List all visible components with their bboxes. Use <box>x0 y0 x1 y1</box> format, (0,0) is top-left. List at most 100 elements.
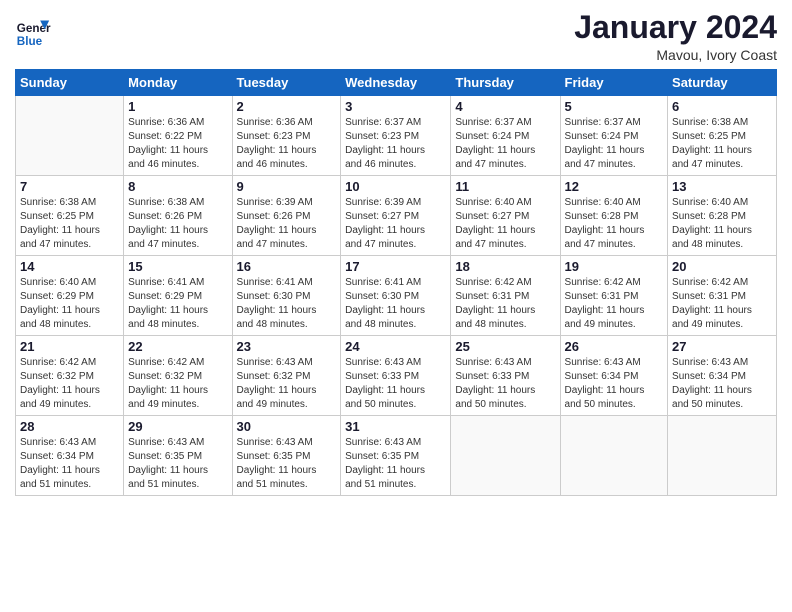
day-info: Sunrise: 6:37 AMSunset: 6:24 PMDaylight:… <box>565 116 664 172</box>
day-number: 25 <box>455 339 555 354</box>
calendar-week-5: 28 Sunrise: 6:43 AMSunset: 6:34 PMDayligh… <box>16 416 777 496</box>
calendar-cell: 11 Sunrise: 6:40 AMSunset: 6:27 PMDayligh… <box>451 176 560 256</box>
calendar-cell: 5 Sunrise: 6:37 AMSunset: 6:24 PMDaylight… <box>560 96 668 176</box>
header: General Blue January 2024 Mavou, Ivory C… <box>15 10 777 63</box>
day-number: 13 <box>672 179 772 194</box>
calendar-table: Sunday Monday Tuesday Wednesday Thursday… <box>15 69 777 496</box>
day-info: Sunrise: 6:41 AMSunset: 6:29 PMDaylight:… <box>128 276 227 332</box>
day-info: Sunrise: 6:42 AMSunset: 6:31 PMDaylight:… <box>672 276 772 332</box>
calendar-cell: 10 Sunrise: 6:39 AMSunset: 6:27 PMDayligh… <box>341 176 451 256</box>
calendar-cell: 23 Sunrise: 6:43 AMSunset: 6:32 PMDayligh… <box>232 336 341 416</box>
day-info: Sunrise: 6:40 AMSunset: 6:28 PMDaylight:… <box>565 196 664 252</box>
calendar-cell: 15 Sunrise: 6:41 AMSunset: 6:29 PMDayligh… <box>124 256 232 336</box>
day-info: Sunrise: 6:43 AMSunset: 6:35 PMDaylight:… <box>128 436 227 492</box>
calendar-cell: 12 Sunrise: 6:40 AMSunset: 6:28 PMDayligh… <box>560 176 668 256</box>
day-info: Sunrise: 6:37 AMSunset: 6:23 PMDaylight:… <box>345 116 446 172</box>
col-thursday: Thursday <box>451 70 560 96</box>
day-info: Sunrise: 6:43 AMSunset: 6:33 PMDaylight:… <box>455 356 555 412</box>
logo-icon: General Blue <box>15 16 51 52</box>
page: General Blue January 2024 Mavou, Ivory C… <box>0 0 792 612</box>
day-number: 8 <box>128 179 227 194</box>
day-info: Sunrise: 6:40 AMSunset: 6:28 PMDaylight:… <box>672 196 772 252</box>
day-info: Sunrise: 6:36 AMSunset: 6:22 PMDaylight:… <box>128 116 227 172</box>
day-number: 10 <box>345 179 446 194</box>
calendar-week-1: 1 Sunrise: 6:36 AMSunset: 6:22 PMDaylight… <box>16 96 777 176</box>
day-number: 2 <box>237 99 337 114</box>
day-number: 15 <box>128 259 227 274</box>
day-number: 23 <box>237 339 337 354</box>
calendar-cell <box>16 96 124 176</box>
calendar-cell: 7 Sunrise: 6:38 AMSunset: 6:25 PMDaylight… <box>16 176 124 256</box>
day-number: 24 <box>345 339 446 354</box>
col-monday: Monday <box>124 70 232 96</box>
day-number: 1 <box>128 99 227 114</box>
day-number: 5 <box>565 99 664 114</box>
calendar-cell: 14Sunrise: 6:40 AMSunset: 6:29 PMDayligh… <box>16 256 124 336</box>
calendar-cell: 28 Sunrise: 6:43 AMSunset: 6:34 PMDayligh… <box>16 416 124 496</box>
col-saturday: Saturday <box>668 70 777 96</box>
day-number: 6 <box>672 99 772 114</box>
day-info: Sunrise: 6:42 AMSunset: 6:32 PMDaylight:… <box>128 356 227 412</box>
day-number: 19 <box>565 259 664 274</box>
day-number: 11 <box>455 179 555 194</box>
day-number: 3 <box>345 99 446 114</box>
day-number: 22 <box>128 339 227 354</box>
calendar-cell: 6 Sunrise: 6:38 AMSunset: 6:25 PMDaylight… <box>668 96 777 176</box>
day-number: 7 <box>20 179 119 194</box>
day-number: 30 <box>237 419 337 434</box>
day-info: Sunrise: 6:38 AMSunset: 6:25 PMDaylight:… <box>20 196 119 252</box>
day-info: Sunrise: 6:42 AMSunset: 6:31 PMDaylight:… <box>565 276 664 332</box>
col-wednesday: Wednesday <box>341 70 451 96</box>
day-info: Sunrise: 6:43 AMSunset: 6:35 PMDaylight:… <box>345 436 446 492</box>
calendar-cell: 2 Sunrise: 6:36 AMSunset: 6:23 PMDaylight… <box>232 96 341 176</box>
calendar-cell: 26 Sunrise: 6:43 AMSunset: 6:34 PMDayligh… <box>560 336 668 416</box>
calendar-cell: 3 Sunrise: 6:37 AMSunset: 6:23 PMDaylight… <box>341 96 451 176</box>
day-info: Sunrise: 6:38 AMSunset: 6:26 PMDaylight:… <box>128 196 227 252</box>
calendar-cell: 19 Sunrise: 6:42 AMSunset: 6:31 PMDayligh… <box>560 256 668 336</box>
day-info: Sunrise: 6:43 AMSunset: 6:35 PMDaylight:… <box>237 436 337 492</box>
calendar-cell: 17 Sunrise: 6:41 AMSunset: 6:30 PMDayligh… <box>341 256 451 336</box>
calendar-week-4: 21 Sunrise: 6:42 AMSunset: 6:32 PMDayligh… <box>16 336 777 416</box>
col-friday: Friday <box>560 70 668 96</box>
calendar-cell: 29 Sunrise: 6:43 AMSunset: 6:35 PMDayligh… <box>124 416 232 496</box>
calendar-cell <box>560 416 668 496</box>
day-info: Sunrise: 6:41 AMSunset: 6:30 PMDaylight:… <box>345 276 446 332</box>
calendar-week-3: 14Sunrise: 6:40 AMSunset: 6:29 PMDayligh… <box>16 256 777 336</box>
logo: General Blue <box>15 16 51 52</box>
day-number: 17 <box>345 259 446 274</box>
day-number: 9 <box>237 179 337 194</box>
day-info: Sunrise: 6:38 AMSunset: 6:25 PMDaylight:… <box>672 116 772 172</box>
col-sunday: Sunday <box>16 70 124 96</box>
title-section: January 2024 Mavou, Ivory Coast <box>574 10 777 63</box>
day-info: Sunrise: 6:42 AMSunset: 6:32 PMDaylight:… <box>20 356 119 412</box>
svg-text:Blue: Blue <box>17 35 43 48</box>
day-info: Sunrise: 6:43 AMSunset: 6:33 PMDaylight:… <box>345 356 446 412</box>
calendar-cell: 18Sunrise: 6:42 AMSunset: 6:31 PMDayligh… <box>451 256 560 336</box>
day-info: Sunrise: 6:40 AMSunset: 6:27 PMDaylight:… <box>455 196 555 252</box>
calendar-cell: 27Sunrise: 6:43 AMSunset: 6:34 PMDayligh… <box>668 336 777 416</box>
day-info: Sunrise: 6:36 AMSunset: 6:23 PMDaylight:… <box>237 116 337 172</box>
day-info: Sunrise: 6:39 AMSunset: 6:27 PMDaylight:… <box>345 196 446 252</box>
calendar-cell <box>668 416 777 496</box>
calendar-cell: 8 Sunrise: 6:38 AMSunset: 6:26 PMDaylight… <box>124 176 232 256</box>
day-info: Sunrise: 6:41 AMSunset: 6:30 PMDaylight:… <box>237 276 337 332</box>
day-info: Sunrise: 6:43 AMSunset: 6:34 PMDaylight:… <box>565 356 664 412</box>
day-number: 29 <box>128 419 227 434</box>
day-number: 21 <box>20 339 119 354</box>
calendar-header-row: Sunday Monday Tuesday Wednesday Thursday… <box>16 70 777 96</box>
day-number: 28 <box>20 419 119 434</box>
col-tuesday: Tuesday <box>232 70 341 96</box>
calendar-cell <box>451 416 560 496</box>
day-info: Sunrise: 6:43 AMSunset: 6:32 PMDaylight:… <box>237 356 337 412</box>
day-number: 12 <box>565 179 664 194</box>
day-info: Sunrise: 6:43 AMSunset: 6:34 PMDaylight:… <box>20 436 119 492</box>
day-info: Sunrise: 6:37 AMSunset: 6:24 PMDaylight:… <box>455 116 555 172</box>
day-number: 20 <box>672 259 772 274</box>
day-number: 26 <box>565 339 664 354</box>
calendar-cell: 9 Sunrise: 6:39 AMSunset: 6:26 PMDaylight… <box>232 176 341 256</box>
calendar-cell: 1 Sunrise: 6:36 AMSunset: 6:22 PMDaylight… <box>124 96 232 176</box>
calendar-week-2: 7 Sunrise: 6:38 AMSunset: 6:25 PMDaylight… <box>16 176 777 256</box>
day-number: 18 <box>455 259 555 274</box>
day-info: Sunrise: 6:39 AMSunset: 6:26 PMDaylight:… <box>237 196 337 252</box>
calendar-cell: 13 Sunrise: 6:40 AMSunset: 6:28 PMDayligh… <box>668 176 777 256</box>
